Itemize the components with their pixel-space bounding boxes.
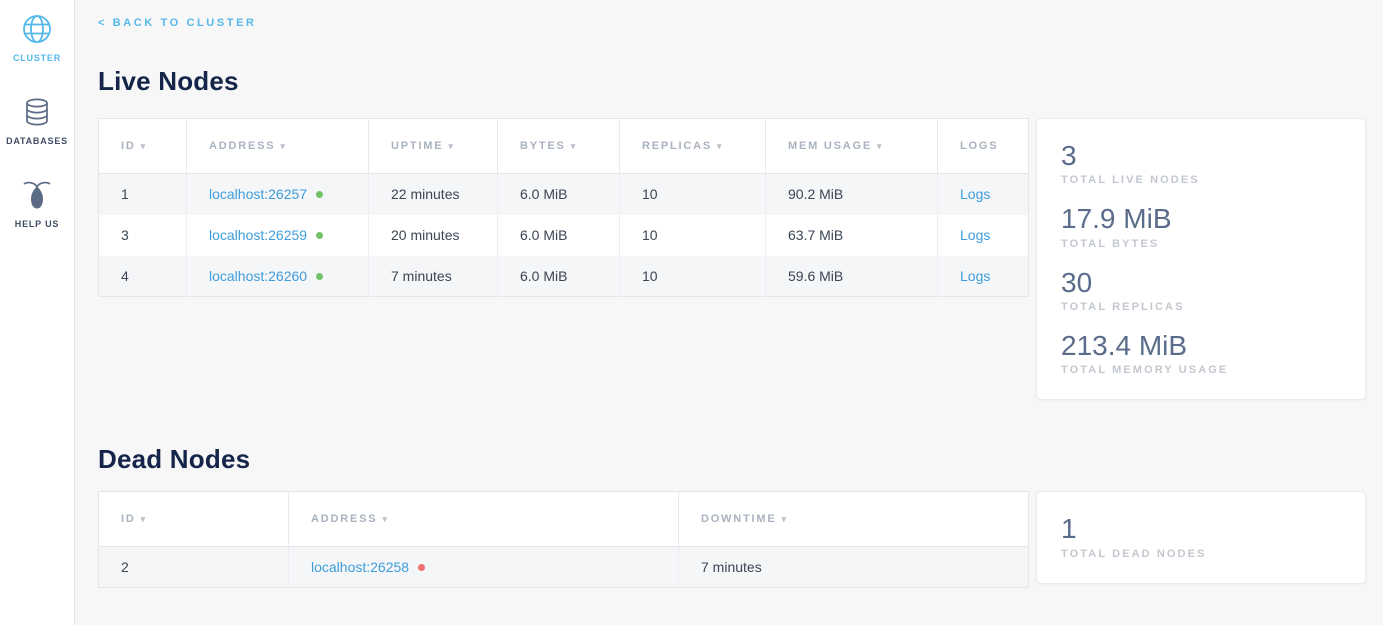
sort-arrow-icon: ▾ xyxy=(141,514,147,524)
dead-status-dot-icon xyxy=(418,564,425,571)
live-status-dot-icon xyxy=(316,232,323,239)
node-bytes-cell: 6.0 MiB xyxy=(498,215,620,256)
sort-arrow-icon: ▾ xyxy=(141,141,147,151)
column-header-bytes[interactable]: BYTES▾ xyxy=(498,119,620,174)
stat-value: 213.4 MiB xyxy=(1061,330,1341,361)
sidebar-item-label: HELP US xyxy=(15,219,59,229)
back-to-cluster-link[interactable]: < BACK TO CLUSTER xyxy=(98,17,257,29)
live-nodes-summary-card: 3 TOTAL LIVE NODES 17.9 MiB TOTAL BYTES … xyxy=(1036,118,1366,400)
stat-total-memory-usage: 213.4 MiB TOTAL MEMORY USAGE xyxy=(1061,330,1341,376)
dead-nodes-table: ID▾ ADDRESS▾ DOWNTIME▾ 2 localhost:26258… xyxy=(98,491,1028,588)
sort-arrow-icon: ▾ xyxy=(877,141,883,151)
table-row: 3 localhost:26259 20 minutes 6.0 MiB 10 … xyxy=(99,215,1029,256)
databases-icon xyxy=(20,95,54,129)
column-header-mem-usage[interactable]: MEM USAGE▾ xyxy=(766,119,938,174)
node-uptime-cell: 22 minutes xyxy=(369,174,498,215)
node-id-cell: 2 xyxy=(99,547,289,588)
column-header-id[interactable]: ID▾ xyxy=(99,119,187,174)
dead-nodes-summary-card: 1 TOTAL DEAD NODES xyxy=(1036,491,1366,583)
stat-label: TOTAL LIVE NODES xyxy=(1061,174,1341,186)
sidebar-item-databases[interactable]: DATABASES xyxy=(6,95,68,146)
sort-arrow-icon: ▾ xyxy=(448,141,454,151)
node-address-cell: localhost:26258 xyxy=(289,547,679,588)
globe-icon xyxy=(20,12,54,46)
node-address-cell: localhost:26259 xyxy=(187,215,369,256)
node-address-cell: localhost:26257 xyxy=(187,174,369,215)
node-address-link[interactable]: localhost:26260 xyxy=(209,268,307,284)
node-address-cell: localhost:26260 xyxy=(187,256,369,297)
node-mem-usage-cell: 59.6 MiB xyxy=(766,256,938,297)
stat-label: TOTAL MEMORY USAGE xyxy=(1061,364,1341,376)
node-logs-link[interactable]: Logs xyxy=(960,268,990,284)
node-downtime-cell: 7 minutes xyxy=(679,547,1029,588)
sort-arrow-icon: ▾ xyxy=(571,141,577,151)
table-header-row: ID▾ ADDRESS▾ UPTIME▾ BYTES▾ REPLICAS▾ ME… xyxy=(99,119,1029,174)
column-header-downtime[interactable]: DOWNTIME▾ xyxy=(679,492,1029,547)
stat-total-live-nodes: 3 TOTAL LIVE NODES xyxy=(1061,140,1341,186)
node-replicas-cell: 10 xyxy=(620,215,766,256)
node-address-link[interactable]: localhost:26259 xyxy=(209,227,307,243)
sort-arrow-icon: ▾ xyxy=(782,514,788,524)
table-header-row: ID▾ ADDRESS▾ DOWNTIME▾ xyxy=(99,492,1029,547)
node-logs-link[interactable]: Logs xyxy=(960,227,990,243)
column-header-id[interactable]: ID▾ xyxy=(99,492,289,547)
node-replicas-cell: 10 xyxy=(620,174,766,215)
node-id-cell: 3 xyxy=(99,215,187,256)
bug-icon xyxy=(21,178,53,212)
node-mem-usage-cell: 63.7 MiB xyxy=(766,215,938,256)
node-id-cell: 1 xyxy=(99,174,187,215)
stat-value: 3 xyxy=(1061,140,1341,171)
stat-label: TOTAL REPLICAS xyxy=(1061,301,1341,313)
column-header-replicas[interactable]: REPLICAS▾ xyxy=(620,119,766,174)
stat-label: TOTAL BYTES xyxy=(1061,238,1341,250)
stat-total-dead-nodes: 1 TOTAL DEAD NODES xyxy=(1061,513,1341,559)
node-bytes-cell: 6.0 MiB xyxy=(498,256,620,297)
column-header-logs: LOGS xyxy=(938,119,1029,174)
live-nodes-title: Live Nodes xyxy=(98,66,1366,97)
live-status-dot-icon xyxy=(316,273,323,280)
column-header-uptime[interactable]: UPTIME▾ xyxy=(369,119,498,174)
live-nodes-section: ID▾ ADDRESS▾ UPTIME▾ BYTES▾ REPLICAS▾ ME… xyxy=(98,118,1366,400)
dead-nodes-section: ID▾ ADDRESS▾ DOWNTIME▾ 2 localhost:26258… xyxy=(98,491,1366,588)
column-header-address[interactable]: ADDRESS▾ xyxy=(187,119,369,174)
stat-total-bytes: 17.9 MiB TOTAL BYTES xyxy=(1061,203,1341,249)
node-address-link[interactable]: localhost:26257 xyxy=(209,186,307,202)
sort-arrow-icon: ▾ xyxy=(717,141,723,151)
node-uptime-cell: 7 minutes xyxy=(369,256,498,297)
stat-value: 30 xyxy=(1061,267,1341,298)
node-logs-cell: Logs xyxy=(938,215,1029,256)
sort-arrow-icon: ▾ xyxy=(280,141,286,151)
main-content: < BACK TO CLUSTER Live Nodes ID▾ ADDRESS… xyxy=(75,0,1383,625)
node-id-cell: 4 xyxy=(99,256,187,297)
stat-value: 17.9 MiB xyxy=(1061,203,1341,234)
stat-value: 1 xyxy=(1061,513,1341,544)
table-row: 4 localhost:26260 7 minutes 6.0 MiB 10 5… xyxy=(99,256,1029,297)
node-logs-link[interactable]: Logs xyxy=(960,186,990,202)
node-logs-cell: Logs xyxy=(938,174,1029,215)
stat-total-replicas: 30 TOTAL REPLICAS xyxy=(1061,267,1341,313)
stat-label: TOTAL DEAD NODES xyxy=(1061,548,1341,560)
table-row: 1 localhost:26257 22 minutes 6.0 MiB 10 … xyxy=(99,174,1029,215)
column-header-address[interactable]: ADDRESS▾ xyxy=(289,492,679,547)
node-logs-cell: Logs xyxy=(938,256,1029,297)
sort-arrow-icon: ▾ xyxy=(382,514,388,524)
sidebar-item-label: DATABASES xyxy=(6,136,68,146)
sidebar-item-help-us[interactable]: HELP US xyxy=(15,178,59,229)
node-bytes-cell: 6.0 MiB xyxy=(498,174,620,215)
live-nodes-table: ID▾ ADDRESS▾ UPTIME▾ BYTES▾ REPLICAS▾ ME… xyxy=(98,118,1028,297)
node-replicas-cell: 10 xyxy=(620,256,766,297)
dead-nodes-title: Dead Nodes xyxy=(98,444,1366,475)
table-row: 2 localhost:26258 7 minutes xyxy=(99,547,1029,588)
sidebar: CLUSTER DATABASES HELP US xyxy=(0,0,75,625)
node-address-link[interactable]: localhost:26258 xyxy=(311,559,409,575)
node-uptime-cell: 20 minutes xyxy=(369,215,498,256)
node-mem-usage-cell: 90.2 MiB xyxy=(766,174,938,215)
live-status-dot-icon xyxy=(316,191,323,198)
sidebar-item-cluster[interactable]: CLUSTER xyxy=(13,12,61,63)
sidebar-item-label: CLUSTER xyxy=(13,53,61,63)
